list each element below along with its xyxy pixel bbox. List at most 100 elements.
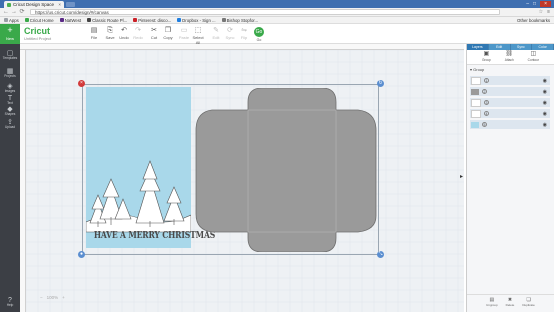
tool-label: Sync [225,35,235,40]
address-bar-row: ← → ⟳ https://us.cricut.com/design/#/can… [0,8,554,17]
cricut-favicon-icon [7,2,11,7]
envelope-template[interactable] [190,88,378,252]
sidebar-item-projects[interactable]: ▦ Projects [0,68,20,79]
go-button[interactable]: Go [254,27,264,37]
ungroup-button[interactable]: ▤ Ungroup [486,297,498,310]
back-icon[interactable]: ← [3,9,9,15]
eye-icon[interactable]: ◉ [543,111,547,117]
sidebar-item-text[interactable]: T Text [0,95,20,106]
eye-icon[interactable]: ◉ [543,89,547,95]
bookmark-label: Pinterest: disco... [138,17,172,23]
bookmark-cricut-home[interactable]: Cricut Home [24,18,54,23]
plus-icon: + [7,25,13,35]
layer-row[interactable]: 5 ◉ [470,120,550,129]
app-header [0,24,554,44]
bookmark-star-icon[interactable]: ☆ [539,9,543,15]
bookmark-pinterest-disco[interactable]: Pinterest: disco... [133,18,171,23]
sidebar-item-label: Upload [4,125,16,129]
tool-copy[interactable]: ❐ Copy [160,27,176,40]
layer-type-icon[interactable]: 4 [484,111,489,116]
layer-type-icon[interactable]: 3 [484,100,489,105]
contour-button[interactable]: ◫ Contour [528,50,539,64]
tool-label: Redo [133,35,143,40]
layer-row[interactable]: 2 ◉ [470,87,550,96]
panel-toolbar: ▣ Group ⛓ Attach ◫ Contour [467,50,554,65]
delete-handle[interactable]: × [78,80,85,87]
redo-icon: ↷ [135,27,141,34]
menu-icon[interactable]: ≡ [547,9,550,15]
layer-row[interactable]: 1 ◉ [470,76,550,85]
new-project-button[interactable]: + New [0,24,20,44]
url-input[interactable]: https://us.cricut.com/design/#/canvas [30,9,500,15]
left-ruler [20,50,26,312]
tool-flip[interactable]: ⇋ Flip [236,27,252,40]
layer-swatch [471,121,479,128]
tool-redo[interactable]: ↷ Redo [130,27,146,40]
tool-label: Edit [212,35,220,40]
delete-button[interactable]: ✖ Delete [506,297,515,310]
help-label: Help [6,303,14,307]
layer-swatch [471,109,481,118]
tool-label: Duplicate [522,303,535,307]
browser-tab[interactable]: Cricut Design Space × [4,1,64,8]
duplicate-button[interactable]: ❏ Duplicate [522,297,535,310]
bookmark-label: Dropbox - Sign ... [182,17,216,23]
layer-group-row[interactable]: ▾ Group [470,67,484,72]
bookmark-favicon-icon [133,18,138,22]
bookmark-apps[interactable]: Apps [4,18,19,23]
sidebar-item-images[interactable]: ◈ Images [0,83,20,94]
zoom-in-icon[interactable]: + [62,295,65,300]
layer-type-icon[interactable]: 5 [482,122,487,127]
rotate-handle[interactable]: ↻ [377,80,384,87]
group-button[interactable]: ▣ Group [482,50,491,64]
eye-icon[interactable]: ◉ [543,122,547,128]
resize-handle[interactable]: ⤡ [377,251,384,258]
bookmark-classic-route-pl[interactable]: Classic Route Pl... [87,18,127,23]
tool-label: Copy [163,35,173,40]
layer-type-icon[interactable]: 1 [484,78,489,83]
sidebar-item-label: Shapes [4,112,16,116]
eye-icon[interactable]: ◉ [543,100,547,106]
panel-collapse-icon[interactable]: ▸ [460,173,463,180]
new-tab-button[interactable] [66,2,75,7]
layer-row[interactable]: 3 ◉ [470,98,550,107]
tool-select-all[interactable]: ⬚ Select All [190,27,206,45]
chevron-down-icon[interactable]: ▾ [470,67,472,72]
attach-button[interactable]: ⛓ Attach [505,50,514,64]
maximize-icon[interactable]: □ [533,1,536,7]
sidebar-item-templates[interactable]: ▢ Templates [0,50,20,61]
tool-label: Save [105,35,115,40]
layer-type-icon[interactable]: 2 [482,89,487,94]
sidebar-item-upload[interactable]: ⇪ Upload [0,119,20,130]
other-bookmarks[interactable]: Other bookmarks [517,17,550,24]
lock-handle[interactable]: ● [78,251,85,258]
minimize-icon[interactable]: – [526,1,529,7]
layer-row[interactable]: 4 ◉ [470,109,550,118]
zoom-value: 100% [46,295,59,300]
bookmark-dropbox-sign[interactable]: Dropbox - Sign ... [177,17,216,23]
eye-icon[interactable]: ◉ [543,78,547,84]
bookmark-favicon-icon [87,18,92,22]
copy-icon: ❐ [164,27,172,34]
contour-icon: ◫ [530,51,537,57]
reload-icon[interactable]: ⟳ [19,9,25,15]
bookmark-bishop-stopfor[interactable]: Bishop Stopfor... [221,18,258,23]
christmas-card[interactable] [85,87,192,248]
tool-file[interactable]: ▤ File [86,27,102,40]
browser-title-bar [0,0,554,8]
bookmarks-bar: Apps Cricut Home NatWest Classic Route Pl..… [0,17,554,24]
tool-label: Paste [178,35,190,40]
forward-icon[interactable]: → [11,9,17,15]
sidebar-item-help[interactable]: ? Help [0,297,20,308]
tool-label: Select All [192,35,204,45]
zoom-out-icon[interactable]: − [40,295,43,300]
bookmark-natwest[interactable]: NatWest [59,18,81,23]
tab-title: Cricut Design Space [13,2,55,7]
card-greeting-text[interactable]: HAVE A MERRY CHRISTMAS [94,231,215,241]
layer-swatch [471,98,481,107]
tab-close-icon[interactable]: × [58,2,61,7]
close-window-icon[interactable]: × [540,1,551,7]
sidebar-item-shapes[interactable]: ◆ Shapes [0,106,20,117]
tool-label: Delete [505,303,515,307]
cricut-logo: Cricut [24,26,51,36]
